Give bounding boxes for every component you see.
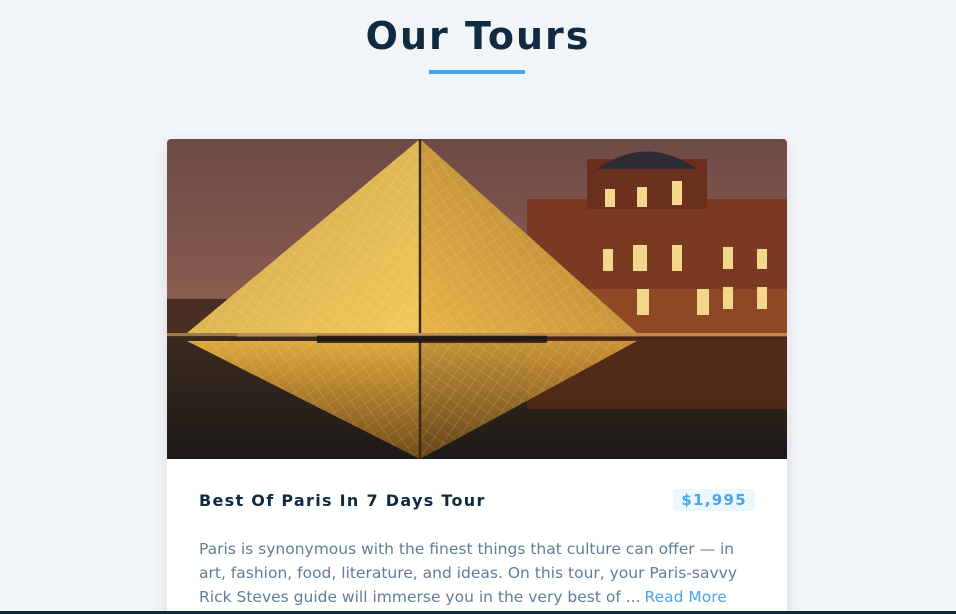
page-title: Our Tours	[365, 14, 591, 58]
tours-page: Our Tours Best Of Paris In 7 Days Tour $…	[0, 0, 956, 614]
read-more-link[interactable]: Read More	[645, 588, 727, 606]
tour-card: Best Of Paris In 7 Days Tour $1,995 Pari…	[167, 139, 787, 614]
tour-name: Best Of Paris In 7 Days Tour	[199, 491, 486, 510]
tour-image	[167, 139, 787, 459]
title-underline	[429, 70, 525, 74]
tour-price-badge: $1,995	[673, 489, 755, 511]
tour-description: Paris is synonymous with the finest thin…	[199, 537, 759, 609]
